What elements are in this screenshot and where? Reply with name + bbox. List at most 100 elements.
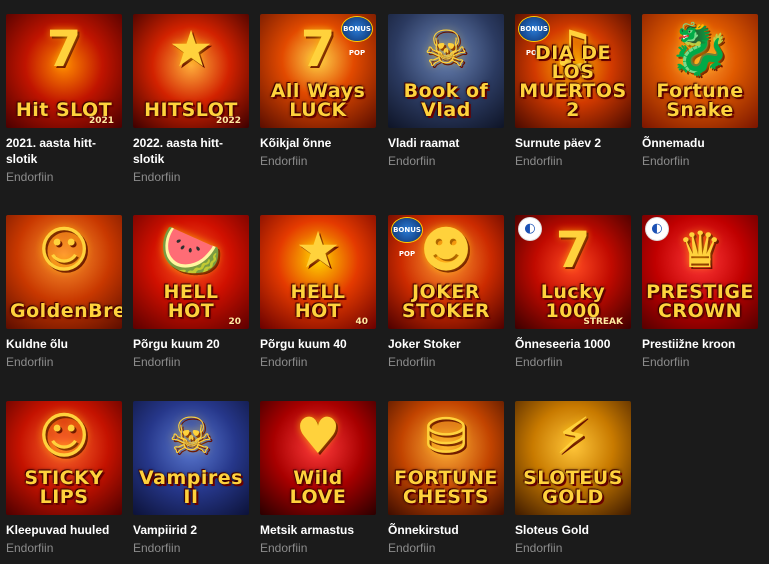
game-card[interactable]: ♛ ◐ PRESTIGE CROWN Prestiižne kroon Endorfii… <box>642 215 758 370</box>
game-title[interactable]: Kleepuvad huuled <box>6 522 118 538</box>
game-card[interactable]: ★ HELL HOT 40 Põrgu kuum 40 Endorfiin <box>260 215 376 370</box>
game-logo: FORTUNE CHESTS <box>394 467 498 508</box>
game-provider: Endorfiin <box>260 541 308 555</box>
game-logo: All Ways LUCK <box>270 80 366 121</box>
vampire-portrait-icon: ☠ <box>423 20 469 78</box>
game-logo-sub: 40 <box>355 317 368 327</box>
game-title[interactable]: Prestiižne kroon <box>642 336 754 352</box>
game-title[interactable]: Põrgu kuum 40 <box>260 336 372 352</box>
game-card[interactable]: ☺ STICKY LIPS Kleepuvad huuled Endorfiin <box>6 401 122 556</box>
game-provider: Endorfiin <box>6 355 54 369</box>
game-logo-sub: 20 <box>228 317 241 327</box>
game-logo-sub: 2021 <box>88 116 114 126</box>
fruit-icon: 🍉 <box>159 221 223 279</box>
game-thumbnail[interactable]: ★ HITSLOT 2022 <box>133 14 249 128</box>
game-logo-sub: STREAK <box>583 317 623 327</box>
snake-icon: 🐉 <box>668 20 732 78</box>
barmaid-portrait-icon: ☺ <box>37 221 91 279</box>
game-thumbnail[interactable]: 🍉 HELL HOT 20 <box>133 215 249 329</box>
game-provider: Endorfiin <box>515 355 563 369</box>
game-logo-sub: 2022 <box>215 116 241 126</box>
game-title[interactable]: Metsik armastus <box>260 522 372 538</box>
game-thumbnail[interactable]: ☺ GoldenBrew <box>6 215 122 329</box>
game-logo: Lucky 1000 <box>540 281 606 322</box>
game-card[interactable]: 7 Hit SLOT 2021 2021. aasta hitt-slotik Endo… <box>6 14 122 185</box>
game-card[interactable]: ♥ Wild LOVE Metsik armastus Endorfiin <box>260 401 376 556</box>
game-title[interactable]: Surnute päev 2 <box>515 135 627 151</box>
bonus-pop-badge: BONUS POP <box>519 17 549 57</box>
game-logo: HELL HOT <box>163 281 219 322</box>
game-thumbnail[interactable]: 7 BONUS POP All Ways LUCK <box>260 14 376 128</box>
game-thumbnail[interactable]: ☻ BONUS POP JOKER STOKER <box>388 215 504 329</box>
game-title[interactable]: Vampiirid 2 <box>133 522 245 538</box>
game-provider: Endorfiin <box>642 154 690 168</box>
game-thumbnail[interactable]: ☠ Vampires II <box>133 401 249 515</box>
game-title[interactable]: Vladi raamat <box>388 135 500 151</box>
game-thumbnail[interactable]: ★ HELL HOT 40 <box>260 215 376 329</box>
game-title[interactable]: Kuldne õlu <box>6 336 118 352</box>
vampire-portrait-icon: ☠ <box>168 407 214 465</box>
provider-mark-icon: ◐ <box>519 218 541 240</box>
game-provider: Endorfiin <box>6 541 54 555</box>
game-card[interactable]: 7 ◐ Lucky 1000 STREAK Õnneseeria 1000 Endorfi… <box>515 215 631 370</box>
game-thumbnail[interactable]: ☠ Book of Vlad <box>388 14 504 128</box>
game-logo: JOKER STOKER <box>401 281 491 322</box>
star-icon: ★ <box>295 221 341 279</box>
game-logo: Vampires II <box>139 467 243 508</box>
game-thumbnail[interactable]: ☺ STICKY LIPS <box>6 401 122 515</box>
heart-icon: ♥ <box>295 407 341 465</box>
game-card[interactable]: ♫ BONUS POP DIA DE LOS MUERTOS 2 Surnute pä… <box>515 14 631 169</box>
game-provider: Endorfiin <box>515 154 563 168</box>
game-provider: Endorfiin <box>133 355 181 369</box>
game-logo: Book of Vlad <box>403 80 489 121</box>
game-thumbnail[interactable]: 7 ◐ Lucky 1000 STREAK <box>515 215 631 329</box>
game-thumbnail[interactable]: 🐉 Fortune Snake <box>642 14 758 128</box>
game-card[interactable]: 7 BONUS POP All Ways LUCK Kõikjal õnne Endor… <box>260 14 376 169</box>
game-title[interactable]: Joker Stoker <box>388 336 500 352</box>
star-icon: ★ <box>168 20 214 78</box>
game-title[interactable]: Õnnemadu <box>642 135 754 151</box>
game-logo: PRESTIGE CROWN <box>646 281 754 322</box>
game-card[interactable]: ⚡ SLOTEUS GOLD Sloteus Gold Endorfiin <box>515 401 631 556</box>
game-provider: Endorfiin <box>260 355 308 369</box>
bonus-pop-badge: BONUS POP <box>342 17 372 57</box>
game-thumbnail[interactable]: ⛁ FORTUNE CHESTS <box>388 401 504 515</box>
game-title[interactable]: Põrgu kuum 20 <box>133 336 245 352</box>
game-provider: Endorfiin <box>133 541 181 555</box>
game-logo: GoldenBrew <box>10 300 122 322</box>
game-provider: Endorfiin <box>388 355 436 369</box>
provider-mark-icon: ◐ <box>646 218 668 240</box>
game-thumbnail[interactable]: ♥ Wild LOVE <box>260 401 376 515</box>
game-title[interactable]: Sloteus Gold <box>515 522 627 538</box>
game-logo: STICKY LIPS <box>24 467 104 508</box>
game-card[interactable]: 🐉 Fortune Snake Õnnemadu Endorfiin <box>642 14 758 169</box>
game-provider: Endorfiin <box>260 154 308 168</box>
zeus-portrait-icon: ⚡ <box>555 407 591 465</box>
game-card[interactable]: ⛁ FORTUNE CHESTS Õnnekirstud Endorfiin <box>388 401 504 556</box>
game-title[interactable]: Õnneseeria 1000 <box>515 336 627 352</box>
game-logo: HELL HOT <box>290 281 346 322</box>
game-card[interactable]: ☠ Vampires II Vampiirid 2 Endorfiin <box>133 401 249 556</box>
game-card[interactable]: ☠ Book of Vlad Vladi raamat Endorfiin <box>388 14 504 169</box>
game-provider: Endorfiin <box>6 170 54 184</box>
game-title[interactable]: Õnnekirstud <box>388 522 500 538</box>
game-provider: Endorfiin <box>515 541 563 555</box>
game-thumbnail[interactable]: ⚡ SLOTEUS GOLD <box>515 401 631 515</box>
game-thumbnail[interactable]: ♛ ◐ PRESTIGE CROWN <box>642 215 758 329</box>
game-card[interactable]: ☺ GoldenBrew Kuldne õlu Endorfiin <box>6 215 122 370</box>
game-thumbnail[interactable]: ♫ BONUS POP DIA DE LOS MUERTOS 2 <box>515 14 631 128</box>
jester-portrait-icon: ☺ <box>37 407 91 465</box>
lucky-seven-icon: 7 <box>46 20 82 78</box>
treasure-chest-icon: ⛁ <box>425 407 467 465</box>
game-provider: Endorfiin <box>642 355 690 369</box>
game-logo: DIA DE LOS MUERTOS 2 <box>519 42 627 121</box>
game-logo: SLOTEUS GOLD <box>523 467 623 508</box>
game-title[interactable]: 2022. aasta hitt-slotik <box>133 135 245 167</box>
game-provider: Endorfiin <box>133 170 181 184</box>
game-title[interactable]: 2021. aasta hitt-slotik <box>6 135 118 167</box>
game-card[interactable]: 🍉 HELL HOT 20 Põrgu kuum 20 Endorfiin <box>133 215 249 370</box>
game-title[interactable]: Kõikjal õnne <box>260 135 372 151</box>
game-card[interactable]: ★ HITSLOT 2022 2022. aasta hitt-slotik Endor… <box>133 14 249 185</box>
game-thumbnail[interactable]: 7 Hit SLOT 2021 <box>6 14 122 128</box>
game-card[interactable]: ☻ BONUS POP JOKER STOKER Joker Stoker Endorf… <box>388 215 504 370</box>
